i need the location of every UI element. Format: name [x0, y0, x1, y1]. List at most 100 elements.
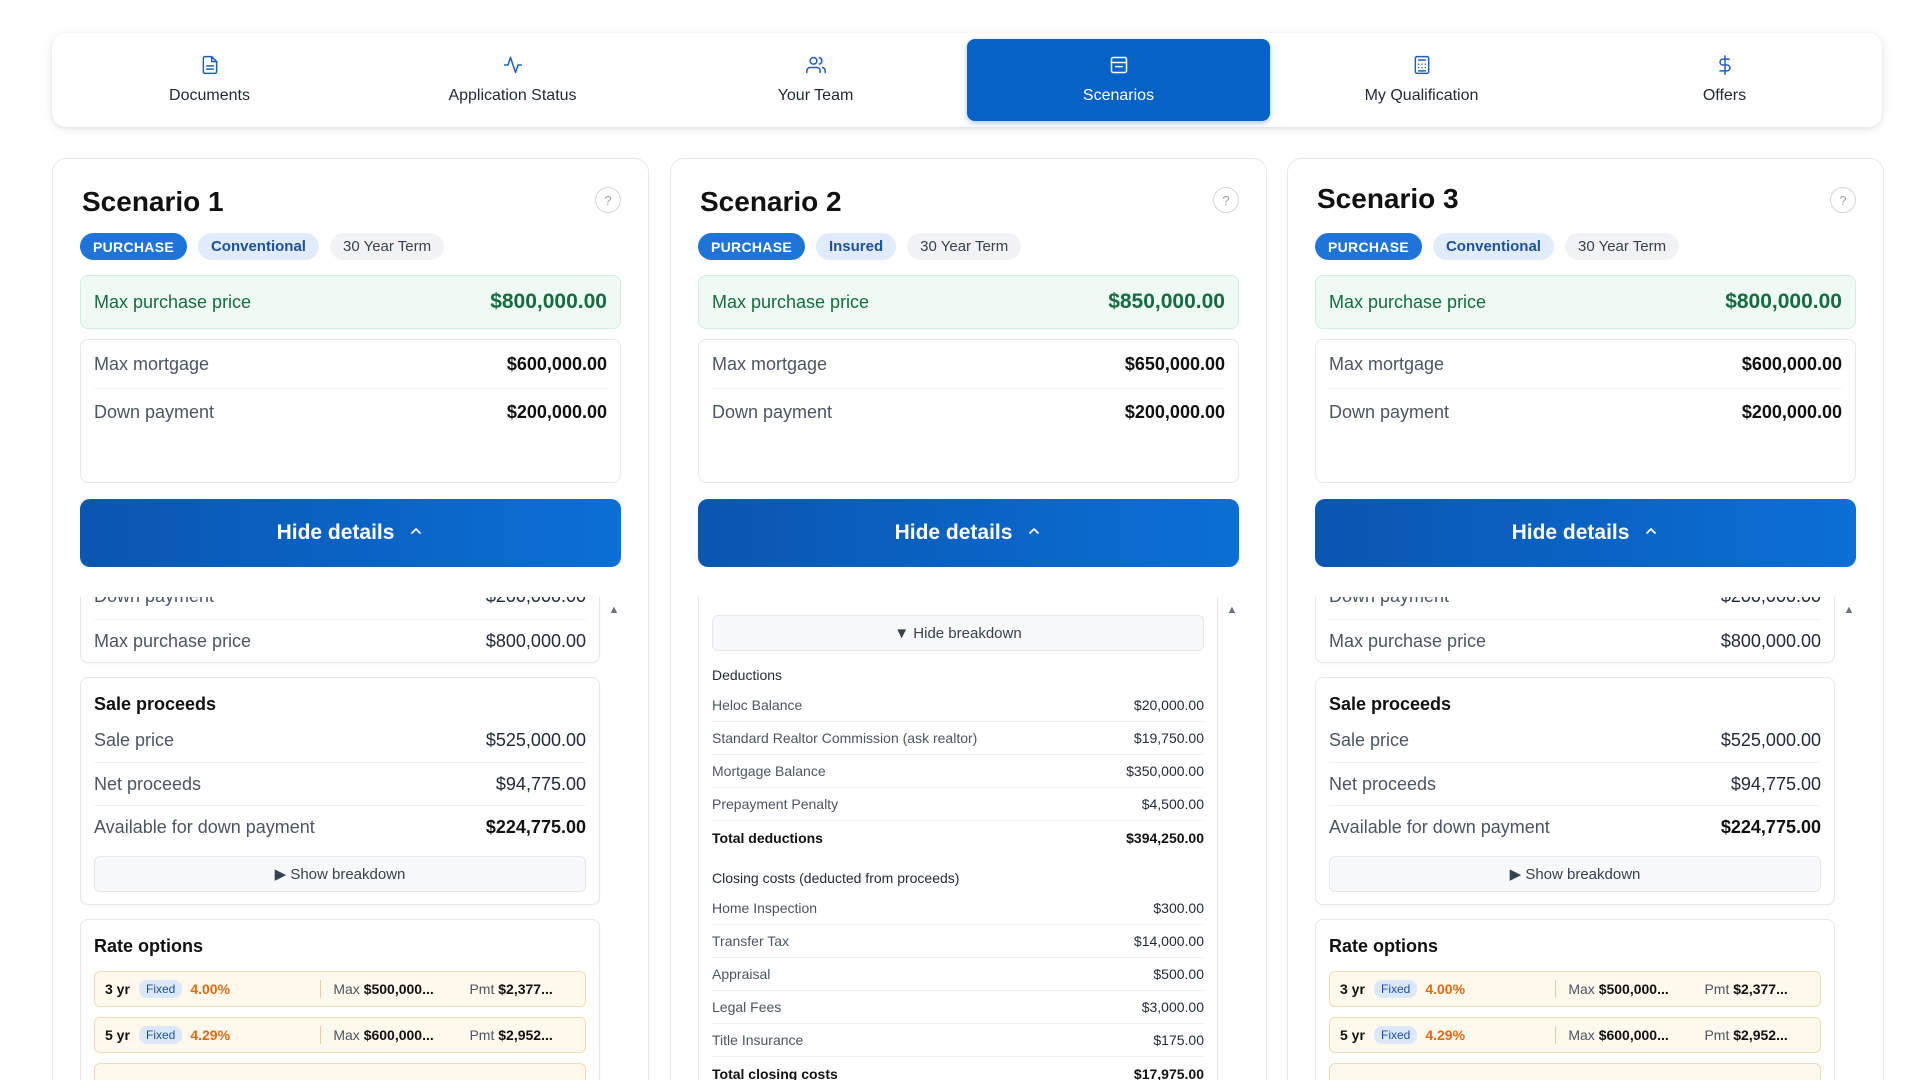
max-purchase-price-label: Max purchase price	[94, 291, 252, 312]
max-purchase-price-label: Max purchase price	[1329, 291, 1487, 312]
closing-cost-label: Transfer Tax	[712, 933, 790, 949]
rate-option[interactable]: 5 yr Fixed 4.29% Max $600,000... Pmt $2,…	[1329, 1017, 1821, 1053]
detail-value: $94,775.00	[1730, 773, 1821, 794]
closing-cost-row: Appraisal $500.00	[712, 958, 1204, 991]
summary-box: Max mortgage $650,000.00 Down payment $2…	[698, 339, 1239, 483]
total-deductions-value: $394,250.00	[1126, 829, 1204, 846]
rate-divider	[320, 980, 322, 998]
rate-divider	[1555, 1026, 1557, 1044]
rate-max-value: $500,000...	[1598, 981, 1669, 997]
closing-cost-label: Legal Fees	[712, 999, 782, 1015]
scroll-up-arrow-icon[interactable]: ▲	[1225, 603, 1239, 617]
total-deductions-label: Total deductions	[712, 829, 823, 846]
tab-my-qualification[interactable]: My Qualification	[1270, 39, 1573, 121]
details-content: Down payment $200,000.00 Max purchase pr…	[1315, 597, 1835, 1080]
detail-value: $200,000.00	[1721, 597, 1821, 607]
max-purchase-price-box: Max purchase price $800,000.00	[1315, 275, 1856, 329]
hide-details-button[interactable]: Hide details	[1315, 499, 1856, 567]
show-breakdown-button[interactable]: ▶ Show breakdown	[1329, 856, 1821, 892]
summary-row: Max mortgage $600,000.00	[94, 340, 607, 388]
deduction-row: Heloc Balance $20,000.00	[712, 689, 1204, 722]
tab-offers[interactable]: Offers	[1573, 39, 1876, 121]
help-icon[interactable]: ?	[595, 187, 621, 213]
closing-cost-label: Appraisal	[712, 966, 771, 982]
detail-value: $94,775.00	[495, 773, 586, 794]
hide-details-button[interactable]: Hide details	[80, 499, 621, 567]
hide-details-button[interactable]: Hide details	[698, 499, 1239, 567]
rate-option[interactable]	[1329, 1063, 1821, 1080]
rate-option[interactable]: 5 yr Fixed 4.29% Max $600,000... Pmt $2,…	[94, 1017, 586, 1053]
rate-pmt-label: Pmt	[1704, 981, 1730, 997]
detail-label: Down payment	[94, 597, 214, 607]
hide-breakdown-button[interactable]: ▼ Hide breakdown	[712, 615, 1204, 651]
closing-cost-value: $175.00	[1153, 1032, 1204, 1048]
summary-label: Max mortgage	[712, 353, 828, 374]
scenario-badges: PURCHASE Insured 30 Year Term	[698, 233, 1022, 260]
scroll-up-arrow-icon[interactable]: ▲	[1842, 603, 1856, 617]
closing-cost-value: $300.00	[1153, 900, 1204, 916]
deduction-label: Prepayment Penalty	[712, 796, 839, 812]
tab-label: My Qualification	[1364, 87, 1479, 104]
summary-label: Down payment	[712, 402, 833, 422]
details-panel[interactable]: ▲ Down payment $200,000.00 Max purchase …	[80, 597, 621, 1080]
detail-label: Net proceeds	[1329, 773, 1437, 794]
show-breakdown-button[interactable]: ▶ Show breakdown	[94, 856, 586, 892]
max-purchase-price-box: Max purchase price $800,000.00	[80, 275, 621, 329]
rate-options-box: Rate options 3 yr Fixed 4.00% Max $500,0…	[1315, 919, 1835, 1080]
rate-max-label: Max	[333, 981, 360, 997]
detail-row: Sale price $525,000.00	[94, 719, 586, 762]
scenario-card-3: Scenario 3 ? PURCHASE Conventional 30 Ye…	[1287, 158, 1884, 1080]
rate-option[interactable]: 3 yr Fixed 4.00% Max $500,000... Pmt $2,…	[1329, 971, 1821, 1007]
tab-label: Your Team	[777, 87, 854, 104]
total-closing-costs-row: Total closing costs $17,975.00	[712, 1057, 1204, 1080]
summary-row: Max mortgage $600,000.00	[1329, 340, 1842, 388]
help-icon[interactable]: ?	[1213, 187, 1239, 213]
rate-divider	[1555, 980, 1557, 998]
closing-cost-row: Transfer Tax $14,000.00	[712, 925, 1204, 958]
details-panel[interactable]: ▲ Down payment $200,000.00 Max purchase …	[1315, 597, 1856, 1080]
detail-value: $200,000.00	[486, 597, 586, 607]
rate-pmt-value: $2,377...	[1733, 981, 1788, 997]
closing-cost-row: Home Inspection $300.00	[712, 892, 1204, 925]
chevron-up-icon	[408, 521, 424, 545]
deduction-label: Standard Realtor Commission (ask realtor…	[712, 730, 978, 746]
summary-value: $600,000.00	[506, 353, 607, 374]
rate-option[interactable]	[94, 1063, 586, 1080]
deduction-value: $19,750.00	[1133, 730, 1204, 746]
chevron-up-icon	[1643, 521, 1659, 545]
help-icon[interactable]: ?	[1830, 187, 1856, 213]
closing-cost-row: Title Insurance $175.00	[712, 1024, 1204, 1057]
detail-row: Max purchase price $800,000.00	[1329, 619, 1821, 662]
detail-row: Down payment $200,000.00	[94, 597, 586, 618]
rate-pmt-value: $2,952...	[1733, 1027, 1788, 1043]
rate-divider	[320, 1026, 322, 1044]
tab-scenarios[interactable]: Scenarios	[967, 39, 1270, 121]
detail-value: $525,000.00	[485, 730, 586, 750]
purchase-badge: PURCHASE	[1315, 233, 1422, 260]
summary-row: Max mortgage $650,000.00	[712, 340, 1225, 388]
detail-row: Net proceeds $94,775.00	[94, 762, 586, 805]
max-purchase-price-value: $850,000.00	[1108, 290, 1225, 313]
tab-application-status[interactable]: Application Status	[361, 39, 664, 121]
detail-value: $800,000.00	[1720, 630, 1821, 651]
section-title: Rate options	[1329, 936, 1439, 956]
tab-your-team[interactable]: Your Team	[664, 39, 967, 121]
closing-cost-label: Home Inspection	[712, 900, 818, 916]
closing-cost-value: $14,000.00	[1133, 933, 1204, 949]
sale-proceeds-box: Sale proceeds Sale price $525,000.00 Net…	[80, 677, 600, 905]
closing-cost-label: Title Insurance	[712, 1032, 804, 1048]
dollar-icon	[1715, 55, 1735, 80]
tab-documents[interactable]: Documents	[58, 39, 361, 121]
rate-percent: 4.00%	[1425, 981, 1466, 997]
team-icon	[805, 55, 826, 80]
rate-percent: 4.29%	[1425, 1027, 1466, 1043]
detail-value: $800,000.00	[485, 630, 586, 651]
rate-term: 3 yr	[105, 981, 130, 997]
rate-pmt-label: Pmt	[1704, 1027, 1730, 1043]
detail-row: Sale price $525,000.00	[1329, 719, 1821, 762]
scroll-up-arrow-icon[interactable]: ▲	[607, 603, 621, 617]
detail-row: Available for down payment $224,775.00	[94, 805, 586, 848]
details-panel[interactable]: ▲ ▼ Hide breakdown Deductions Heloc Bala…	[698, 597, 1239, 1080]
deduction-value: $4,500.00	[1141, 796, 1204, 812]
rate-option[interactable]: 3 yr Fixed 4.00% Max $500,000... Pmt $2,…	[94, 971, 586, 1007]
